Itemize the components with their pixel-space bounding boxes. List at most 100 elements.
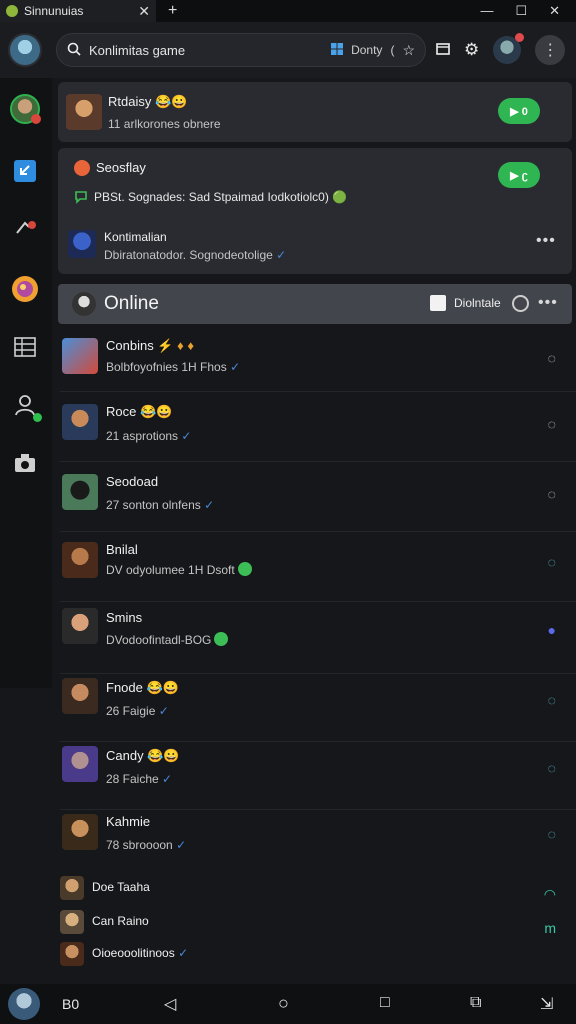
section-action[interactable]: Diolntale bbox=[454, 296, 501, 310]
star-icon[interactable]: ☆ bbox=[402, 42, 415, 59]
browser-tab[interactable]: Sinnunuias ✕ bbox=[0, 0, 156, 22]
close-tab-icon[interactable]: ✕ bbox=[138, 3, 150, 20]
contact-subtitle: Dbiratonatodor. Sognodeotolige ✓ bbox=[104, 248, 286, 262]
name-text: Candy bbox=[106, 748, 144, 763]
settings-icon[interactable] bbox=[512, 295, 529, 312]
list-item[interactable]: Kahmie 78 sbroooon ✓ ◌ bbox=[52, 810, 576, 878]
maximize-button[interactable]: ☐ bbox=[515, 3, 527, 19]
contact-avatar bbox=[66, 94, 102, 130]
notifications-icon[interactable] bbox=[10, 214, 40, 244]
contact-name: Can Raino bbox=[92, 914, 149, 928]
contacts-icon[interactable] bbox=[10, 390, 42, 422]
verified-icon: ✓ bbox=[176, 838, 187, 852]
tab-title: Sinnunuias bbox=[24, 4, 84, 18]
status-icon[interactable]: ◌ bbox=[548, 826, 556, 842]
join-button[interactable]: ▶ ʗ bbox=[498, 162, 540, 188]
list-item[interactable]: Roce 😂😀 21 asprotions ✓ ◌ bbox=[52, 396, 576, 462]
list-item[interactable]: Bnilal DV odyolumee 1H Dsoft ◌ bbox=[52, 534, 576, 602]
search-icon bbox=[67, 42, 81, 59]
user-avatar[interactable] bbox=[8, 33, 42, 67]
window-icon[interactable] bbox=[436, 40, 450, 60]
minimize-button[interactable]: — bbox=[480, 3, 493, 19]
back-icon[interactable]: ◁ bbox=[164, 994, 176, 1014]
status-icon[interactable]: ◠ bbox=[544, 886, 556, 903]
list-item[interactable]: Seodoad 27 sonton olnfens ✓ ◌ bbox=[52, 466, 576, 532]
nav-avatar[interactable] bbox=[8, 988, 40, 1020]
status-icon[interactable]: m bbox=[544, 920, 556, 936]
status-icon[interactable]: ● bbox=[548, 622, 556, 638]
nav-label[interactable]: B0 bbox=[62, 996, 79, 1012]
bottom-nav: B0 ◁ ○ □ ⧉ ⇲ bbox=[0, 984, 576, 1024]
name-text: Rtdaisy bbox=[108, 94, 152, 109]
gear-icon[interactable]: ⚙ bbox=[464, 40, 479, 60]
list-item[interactable]: Can Raino m bbox=[52, 910, 576, 942]
notification-dot bbox=[515, 33, 525, 42]
close-window-button[interactable]: ✕ bbox=[549, 3, 560, 19]
recent-apps-icon[interactable]: □ bbox=[380, 994, 390, 1012]
contact-avatar bbox=[62, 474, 98, 510]
location-label[interactable]: Donty bbox=[351, 43, 382, 57]
bolt-icon bbox=[430, 295, 446, 311]
rotate-icon[interactable]: ⇲ bbox=[540, 994, 553, 1014]
contact-name: Smins bbox=[106, 610, 143, 625]
list-item[interactable]: Oioeooolitinoos ✓ bbox=[52, 942, 576, 976]
contact-name: Fnode 😂😀 bbox=[106, 680, 179, 696]
grid-icon[interactable] bbox=[10, 332, 40, 362]
list-item[interactable]: Conbins ⚡ ♦ ♦ Bolbfoyofnies 1H Fhos ✓ ◌ bbox=[52, 330, 576, 392]
contact-name: Oioeooolitinoos ✓ bbox=[92, 946, 188, 960]
download-icon[interactable] bbox=[10, 156, 40, 186]
home-icon[interactable]: ○ bbox=[278, 993, 289, 1014]
new-tab-button[interactable]: + bbox=[168, 2, 177, 20]
window-controls: — ☐ ✕ bbox=[480, 3, 576, 19]
list-item[interactable]: Fnode 😂😀 26 Faigie ✓ ◌ bbox=[52, 674, 576, 742]
contact-avatar bbox=[60, 910, 84, 934]
search-input[interactable]: Konlimitas game bbox=[89, 43, 323, 58]
contact-subtitle: 28 Faiche ✓ bbox=[106, 772, 172, 786]
divider bbox=[60, 601, 576, 602]
status-icon[interactable]: ◌ bbox=[548, 554, 556, 570]
profile-avatar[interactable] bbox=[493, 33, 525, 64]
camera-icon[interactable] bbox=[10, 448, 40, 478]
accept-button[interactable]: ▶ 0 bbox=[498, 98, 540, 124]
conversation-list: Rtdaisy 😂😀 11 arlkorones obnere ▶ 0 Seos… bbox=[52, 78, 576, 984]
subtitle-text: 21 asprotions bbox=[106, 429, 179, 443]
subtitle-text: Bolbfoyofnies 1H Fhos bbox=[106, 360, 227, 374]
verified-icon: ✓ bbox=[181, 429, 192, 443]
divider bbox=[60, 531, 576, 532]
online-badge bbox=[33, 413, 42, 422]
contact-subtitle: 27 sonton olnfens ✓ bbox=[106, 498, 214, 512]
location-separator: ( bbox=[390, 43, 395, 57]
contact-name: Kahmie bbox=[106, 814, 151, 829]
windows-icon bbox=[331, 42, 344, 58]
divider bbox=[60, 391, 576, 392]
status-icon[interactable]: ◌ bbox=[548, 760, 556, 776]
list-item[interactable]: Candy 😂😀 28 Faiche ✓ ◌ bbox=[52, 742, 576, 810]
section-avatar bbox=[72, 292, 96, 316]
list-item[interactable]: Smins DVodoofintadl-BOG ● bbox=[52, 604, 576, 674]
name-text: Oioeooolitinoos bbox=[92, 946, 175, 960]
name-emoji: 😂😀 bbox=[154, 94, 188, 109]
subtitle-text: DVodoofintadl-BOG bbox=[106, 633, 212, 647]
status-icon[interactable]: ◌ bbox=[548, 486, 556, 502]
status-icon[interactable]: ◌ bbox=[548, 350, 556, 366]
subtitle-text: Dbiratonatodor. Sognodeotolige bbox=[104, 248, 273, 262]
contact-name: Kontimalian bbox=[104, 230, 167, 244]
group-card[interactable]: Seosflay ▶ ʗ PBSt. Sognades: Sad Stpaima… bbox=[58, 148, 572, 274]
search-bar[interactable]: Konlimitas game Donty ( ☆ bbox=[56, 33, 426, 67]
contact-avatar bbox=[62, 608, 98, 644]
contact-avatar bbox=[60, 942, 84, 966]
screenshot-icon[interactable]: ⧉ bbox=[470, 994, 481, 1012]
more-options-icon[interactable]: ••• bbox=[536, 232, 556, 250]
more-options-icon[interactable]: ••• bbox=[538, 294, 558, 312]
contact-name: Seodoad bbox=[106, 474, 159, 489]
contact-name: Rtdaisy 😂😀 bbox=[108, 94, 187, 110]
orb-icon[interactable] bbox=[10, 274, 40, 304]
rail-profile[interactable] bbox=[10, 94, 41, 124]
status-icon[interactable]: ◌ bbox=[548, 692, 556, 708]
status-icon[interactable]: ◌ bbox=[548, 416, 556, 432]
request-card[interactable]: Rtdaisy 😂😀 11 arlkorones obnere ▶ 0 bbox=[58, 82, 572, 142]
more-icon[interactable]: ⋮ bbox=[535, 35, 566, 65]
contact-subtitle: 26 Faigie ✓ bbox=[106, 704, 169, 718]
contact-avatar bbox=[68, 230, 96, 258]
list-item[interactable]: Doe Taaha ◠ bbox=[52, 876, 576, 908]
